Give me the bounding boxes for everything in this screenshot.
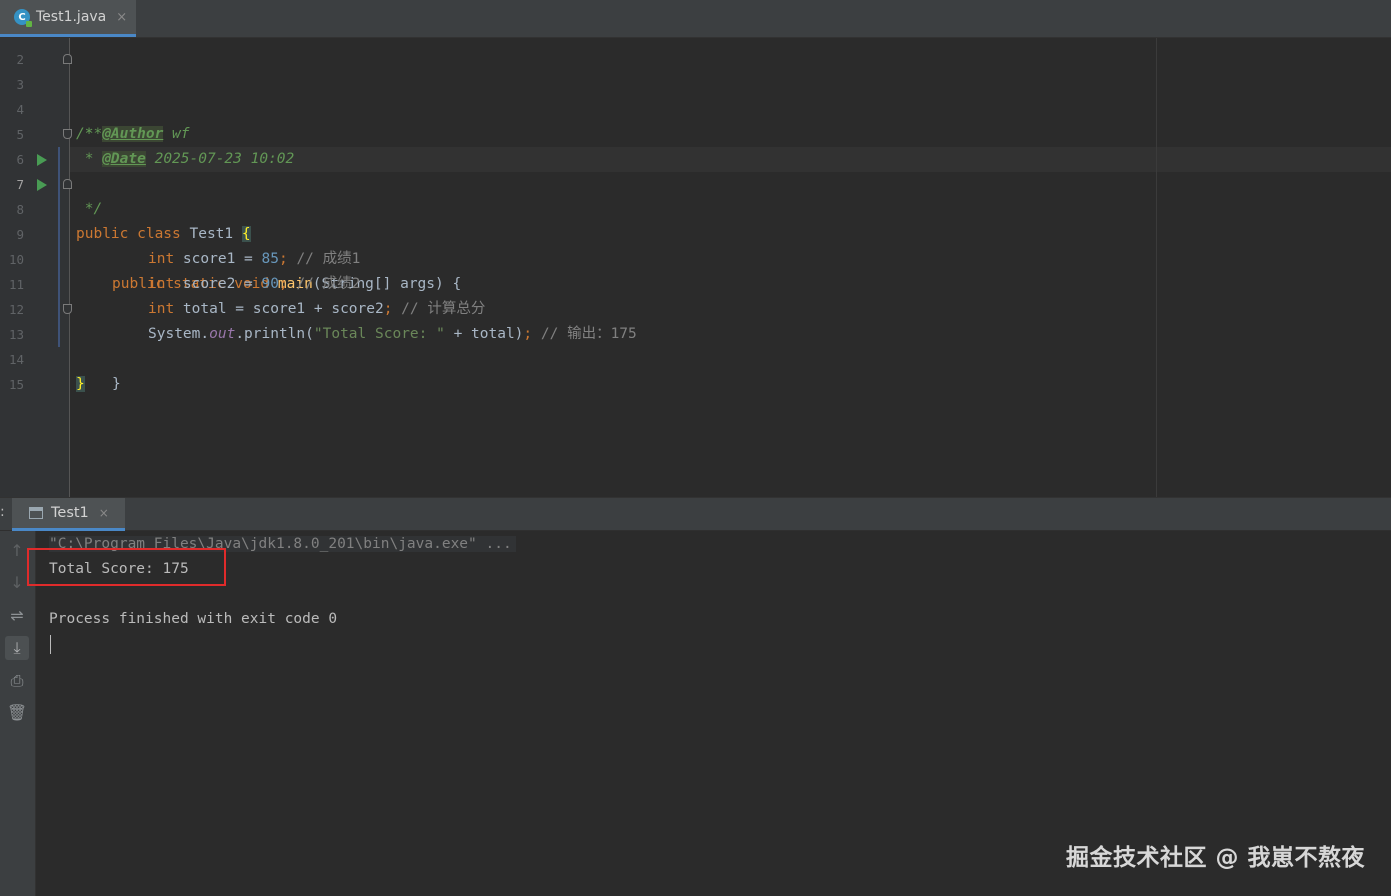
console-icon: [29, 507, 43, 519]
close-icon[interactable]: ×: [99, 506, 109, 520]
scroll-to-end-icon[interactable]: ⤓: [5, 636, 29, 660]
fold-icon[interactable]: [63, 129, 72, 139]
run-icon[interactable]: [37, 179, 47, 191]
fold-icon[interactable]: [63, 179, 72, 189]
panel-label: :: [0, 504, 5, 520]
tab-run-test1[interactable]: Test1 ×: [12, 498, 125, 531]
run-tab-label: Test1: [51, 505, 89, 521]
run-tool-window-header: : Test1 ×: [0, 497, 1391, 531]
close-icon[interactable]: ×: [116, 10, 127, 25]
fold-icon[interactable]: [63, 54, 72, 64]
code-line: 6 */: [0, 122, 1391, 217]
java-class-icon: C: [14, 9, 32, 27]
code-line: 2: [0, 38, 1391, 67]
code-line: 10 int score2 = 90; // 成绩2: [0, 222, 1391, 292]
code-editor[interactable]: 2 3 /** 4 * @Author wf 5 * @Date 2025-07…: [0, 38, 1391, 497]
code-line: 8 public static void main(String[] args)…: [0, 172, 1391, 292]
code-line: 15: [0, 347, 1391, 392]
code-line: 5 * @Date 2025-07-23 10:02: [0, 97, 1391, 167]
code-line: 4 * @Author wf: [0, 72, 1391, 142]
text-caret: [50, 635, 51, 654]
code-line: 7 public class Test1 {: [0, 147, 1391, 242]
line-number: 15: [8, 377, 24, 392]
editor-tab-bar: C Test1.java ×: [0, 0, 1391, 38]
brace: }: [76, 376, 85, 392]
trash-icon[interactable]: 🗑: [5, 701, 29, 725]
down-arrow-icon[interactable]: ↓: [5, 571, 29, 595]
fold-icon[interactable]: [63, 304, 72, 314]
up-arrow-icon[interactable]: ↑: [5, 539, 29, 563]
soft-wrap-icon[interactable]: ⇌: [5, 604, 29, 628]
code-line: 9 int score1 = 85; // 成绩1: [0, 197, 1391, 267]
code-line: 11 int total = score1 + score2; // 计算总分: [0, 247, 1391, 317]
tab-label: Test1.java: [36, 9, 107, 25]
output-highlight-box: [27, 548, 226, 586]
code-line: 12 System.out.println("Total Score: " + …: [0, 272, 1391, 342]
code-line: 13 }: [0, 297, 1391, 392]
print-icon[interactable]: ⎙: [5, 669, 29, 693]
code-text: }: [112, 376, 121, 392]
code-line: 14 }: [0, 322, 1391, 392]
watermark: 掘金技术社区 @ 我崽不熬夜: [1065, 845, 1365, 871]
run-icon[interactable]: [37, 154, 47, 166]
exit-message: Process finished with exit code 0: [49, 611, 338, 627]
tab-test1-java[interactable]: C Test1.java ×: [0, 0, 136, 37]
code-line: 3 /**: [0, 47, 1391, 142]
